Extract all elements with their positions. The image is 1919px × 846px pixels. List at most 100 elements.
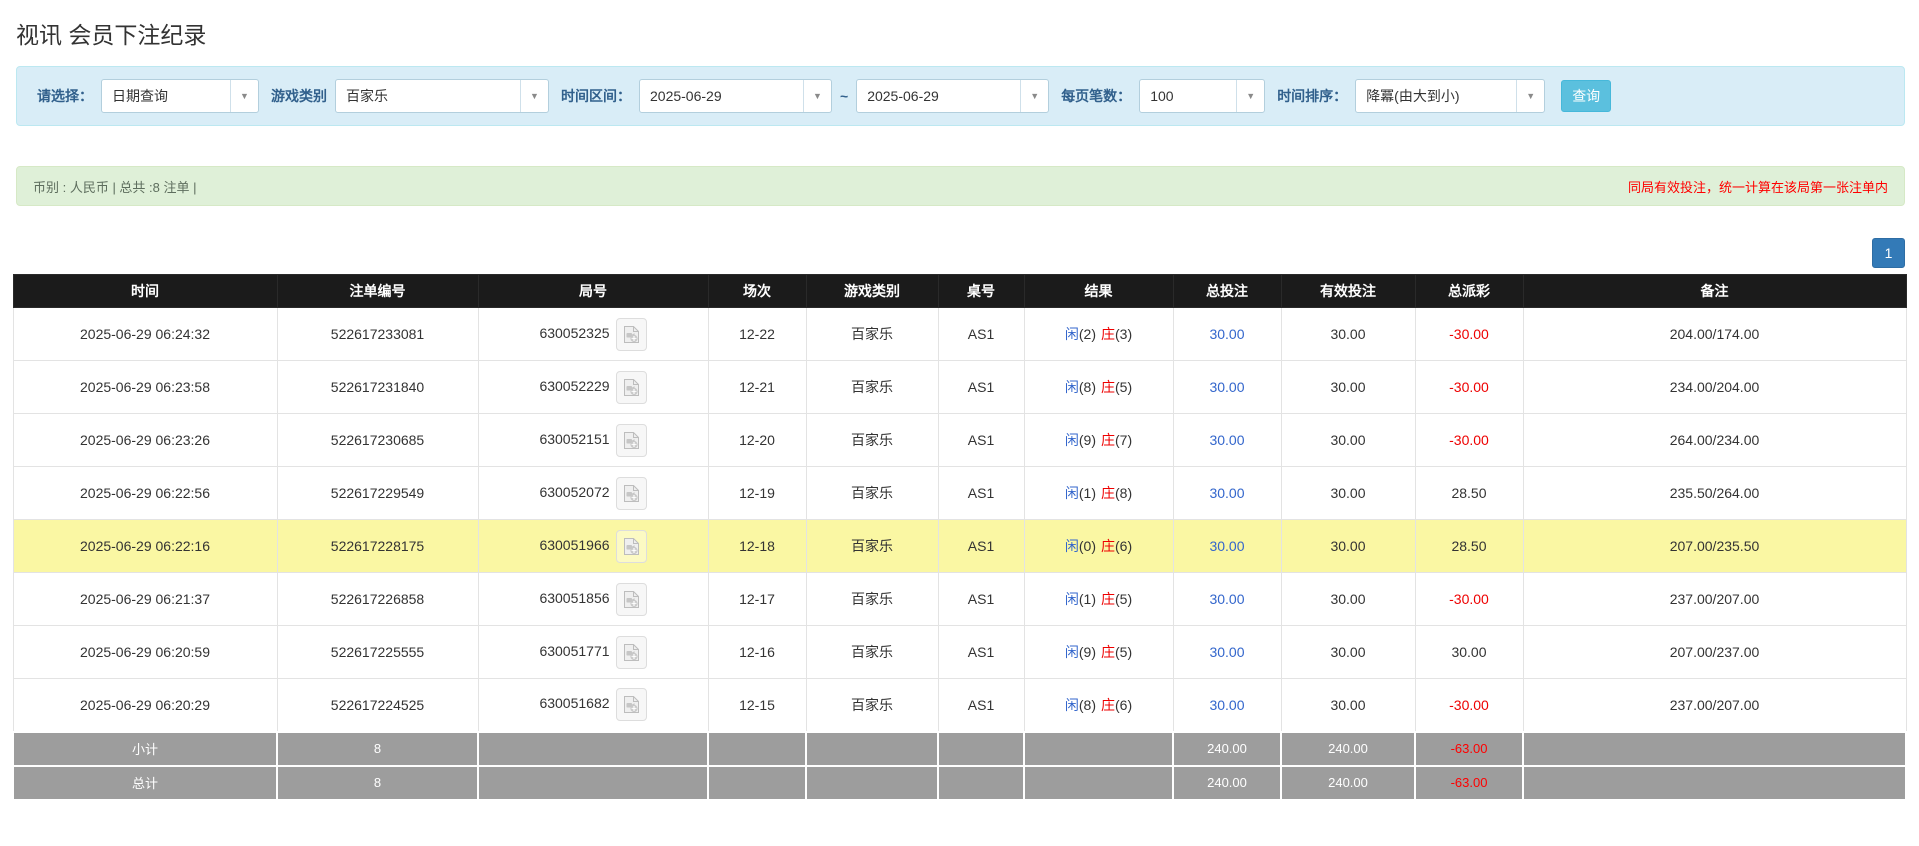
result-banker-value: (3) bbox=[1115, 326, 1133, 342]
cell-remark: 235.50/264.00 bbox=[1522, 466, 1907, 520]
cell-total-bet[interactable]: 30.00 bbox=[1172, 413, 1282, 467]
cell-time: 2025-06-29 06:21:37 bbox=[12, 572, 278, 626]
cell-total-bet[interactable]: 30.00 bbox=[1172, 625, 1282, 679]
video-replay-button[interactable] bbox=[615, 635, 647, 669]
result-player-label: 闲 bbox=[1064, 379, 1079, 395]
cell-game: 百家乐 bbox=[805, 678, 939, 732]
cell-table: AS1 bbox=[937, 519, 1025, 573]
subtotal-total-bet: 240.00 bbox=[1172, 730, 1282, 767]
result-banker-label: 庄 bbox=[1101, 379, 1115, 395]
cell-bet-id: 522617225555 bbox=[276, 625, 479, 679]
table-row: 2025-06-29 06:21:37 522617226858 6300518… bbox=[12, 572, 1907, 626]
result-banker-label: 庄 bbox=[1101, 644, 1115, 660]
cell-game: 百家乐 bbox=[805, 413, 939, 467]
cell-total-bet[interactable]: 30.00 bbox=[1172, 360, 1282, 414]
result-banker-label: 庄 bbox=[1101, 591, 1115, 607]
cell-total-bet[interactable]: 30.00 bbox=[1172, 307, 1282, 361]
cell-empty bbox=[937, 764, 1025, 801]
video-replay-button[interactable] bbox=[615, 423, 647, 457]
col-time: 时间 bbox=[12, 274, 278, 308]
date-from-select[interactable]: 2025-06-29 ▼ bbox=[639, 79, 832, 113]
chevron-down-icon: ▼ bbox=[230, 80, 258, 112]
cell-result: 闲(9) 庄(7) bbox=[1023, 413, 1174, 467]
cell-table: AS1 bbox=[937, 572, 1025, 626]
result-player-value: (9) bbox=[1078, 432, 1096, 448]
query-type-select[interactable]: 日期查询 ▼ bbox=[101, 79, 259, 113]
date-to-select[interactable]: 2025-06-29 ▼ bbox=[856, 79, 1050, 113]
game-type-select[interactable]: 百家乐 ▼ bbox=[335, 79, 549, 113]
page-size-label: 每页笔数： bbox=[1061, 88, 1132, 104]
video-replay-button[interactable] bbox=[615, 529, 647, 563]
round-id: 630052325 bbox=[539, 324, 610, 341]
video-replay-button[interactable] bbox=[615, 370, 647, 404]
summary-text: 币别 : 人民币 | 总共 :8 注单 | bbox=[33, 179, 197, 195]
cell-payout: 30.00 bbox=[1414, 625, 1524, 679]
table-row: 2025-06-29 06:20:59 522617225555 6300517… bbox=[12, 625, 1907, 679]
round-id: 630052229 bbox=[539, 377, 610, 394]
table-row: 2025-06-29 06:23:26 522617230685 6300521… bbox=[12, 413, 1907, 467]
cell-total-bet[interactable]: 30.00 bbox=[1172, 678, 1282, 732]
cell-total-bet[interactable]: 30.00 bbox=[1172, 466, 1282, 520]
cell-total-bet[interactable]: 30.00 bbox=[1172, 519, 1282, 573]
cell-bet-id: 522617230685 bbox=[276, 413, 479, 467]
cell-remark: 237.00/207.00 bbox=[1522, 572, 1907, 626]
video-file-icon bbox=[623, 484, 639, 502]
col-total-bet: 总投注 bbox=[1172, 274, 1282, 308]
chevron-down-icon: ▼ bbox=[1516, 80, 1544, 112]
chevron-down-icon: ▼ bbox=[1020, 80, 1048, 112]
video-replay-button[interactable] bbox=[615, 317, 647, 351]
cell-total-bet[interactable]: 30.00 bbox=[1172, 572, 1282, 626]
round-id: 630052072 bbox=[539, 483, 610, 500]
date-to-value: 2025-06-29 bbox=[867, 88, 939, 104]
cell-table: AS1 bbox=[937, 625, 1025, 679]
cell-table: AS1 bbox=[937, 307, 1025, 361]
cell-empty bbox=[1023, 764, 1174, 801]
sort-order-select[interactable]: 降冪(由大到小) ▼ bbox=[1355, 79, 1546, 113]
col-game: 游戏类别 bbox=[805, 274, 939, 308]
result-player-label: 闲 bbox=[1064, 696, 1079, 713]
sort-order-label: 时间排序： bbox=[1277, 88, 1348, 104]
cell-payout: -30.00 bbox=[1414, 572, 1524, 626]
cell-game: 百家乐 bbox=[805, 360, 939, 414]
game-type-value: 百家乐 bbox=[346, 88, 388, 104]
cell-round: 630052151 bbox=[477, 413, 709, 467]
cell-game: 百家乐 bbox=[805, 466, 939, 520]
cell-valid-bet: 30.00 bbox=[1280, 678, 1416, 732]
video-replay-button[interactable] bbox=[615, 582, 647, 616]
bet-records-table: 时间 注单编号 局号 场次 游戏类别 桌号 结果 总投注 有效投注 总派彩 备注… bbox=[12, 274, 1907, 801]
cell-bet-id: 522617231840 bbox=[276, 360, 479, 414]
result-player-label: 闲 bbox=[1064, 538, 1079, 554]
result-banker-value: (5) bbox=[1115, 644, 1133, 660]
subtotal-count: 8 bbox=[276, 730, 479, 767]
result-player-label: 闲 bbox=[1064, 591, 1079, 607]
video-replay-button[interactable] bbox=[615, 688, 647, 722]
cell-round: 630052325 bbox=[477, 307, 709, 361]
pagination-page-1[interactable]: 1 bbox=[1872, 238, 1905, 268]
search-button[interactable]: 查询 bbox=[1561, 80, 1612, 112]
cell-payout: 28.50 bbox=[1414, 466, 1524, 520]
cell-empty bbox=[477, 730, 709, 767]
cell-valid-bet: 30.00 bbox=[1280, 360, 1416, 414]
video-file-icon bbox=[623, 378, 639, 396]
result-player-value: (8) bbox=[1078, 696, 1096, 713]
video-file-icon bbox=[623, 590, 639, 608]
cell-round: 630051771 bbox=[477, 625, 709, 679]
cell-valid-bet: 30.00 bbox=[1280, 413, 1416, 467]
round-id: 630052151 bbox=[539, 430, 610, 447]
cell-payout: -30.00 bbox=[1414, 413, 1524, 467]
round-id: 630051682 bbox=[539, 695, 610, 712]
result-player-value: (2) bbox=[1078, 326, 1096, 342]
cell-remark: 207.00/235.50 bbox=[1522, 519, 1907, 573]
cell-payout: -30.00 bbox=[1414, 360, 1524, 414]
result-banker-label: 庄 bbox=[1101, 485, 1115, 501]
cell-remark: 264.00/234.00 bbox=[1522, 413, 1907, 467]
cell-result: 闲(8) 庄(5) bbox=[1023, 360, 1174, 414]
table-row: 2025-06-29 06:22:16 522617228175 6300519… bbox=[12, 519, 1907, 573]
table-header-row: 时间 注单编号 局号 场次 游戏类别 桌号 结果 总投注 有效投注 总派彩 备注 bbox=[12, 274, 1907, 308]
chevron-down-icon: ▼ bbox=[803, 80, 831, 112]
cell-valid-bet: 30.00 bbox=[1280, 466, 1416, 520]
cell-bet-id: 522617229549 bbox=[276, 466, 479, 520]
video-replay-button[interactable] bbox=[615, 476, 647, 510]
cell-game: 百家乐 bbox=[805, 625, 939, 679]
page-size-select[interactable]: 100 ▼ bbox=[1139, 79, 1266, 113]
